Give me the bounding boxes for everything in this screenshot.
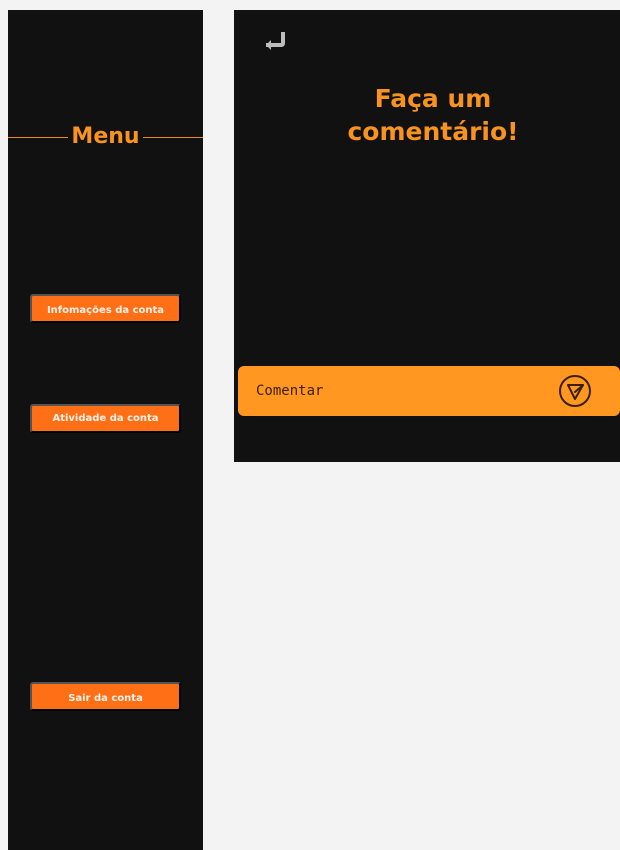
comment-panel: Faça um comentário! — [234, 10, 620, 462]
menu-title-left-rule — [8, 137, 68, 138]
page-heading: Faça um comentário! — [318, 82, 548, 148]
return-arrow-icon[interactable] — [258, 27, 294, 53]
menu-title: Menu — [71, 124, 140, 149]
heading-line-1: Faça um — [374, 84, 492, 113]
menu-title-right-rule — [143, 137, 203, 138]
send-icon[interactable] — [558, 374, 592, 408]
account-info-button[interactable]: Infomações da conta — [30, 294, 181, 323]
menu-title-row: Menu — [8, 121, 203, 155]
app-screen: Menu Infomações da conta Atividade da co… — [0, 0, 620, 850]
sidebar-menu: Menu Infomações da conta Atividade da co… — [8, 10, 203, 850]
comment-bar — [238, 366, 620, 416]
account-activity-button[interactable]: Atividade da conta — [30, 404, 181, 433]
comment-input[interactable] — [256, 376, 516, 406]
heading-line-2: comentário! — [347, 117, 519, 146]
logout-button[interactable]: Sair da conta — [30, 682, 181, 711]
